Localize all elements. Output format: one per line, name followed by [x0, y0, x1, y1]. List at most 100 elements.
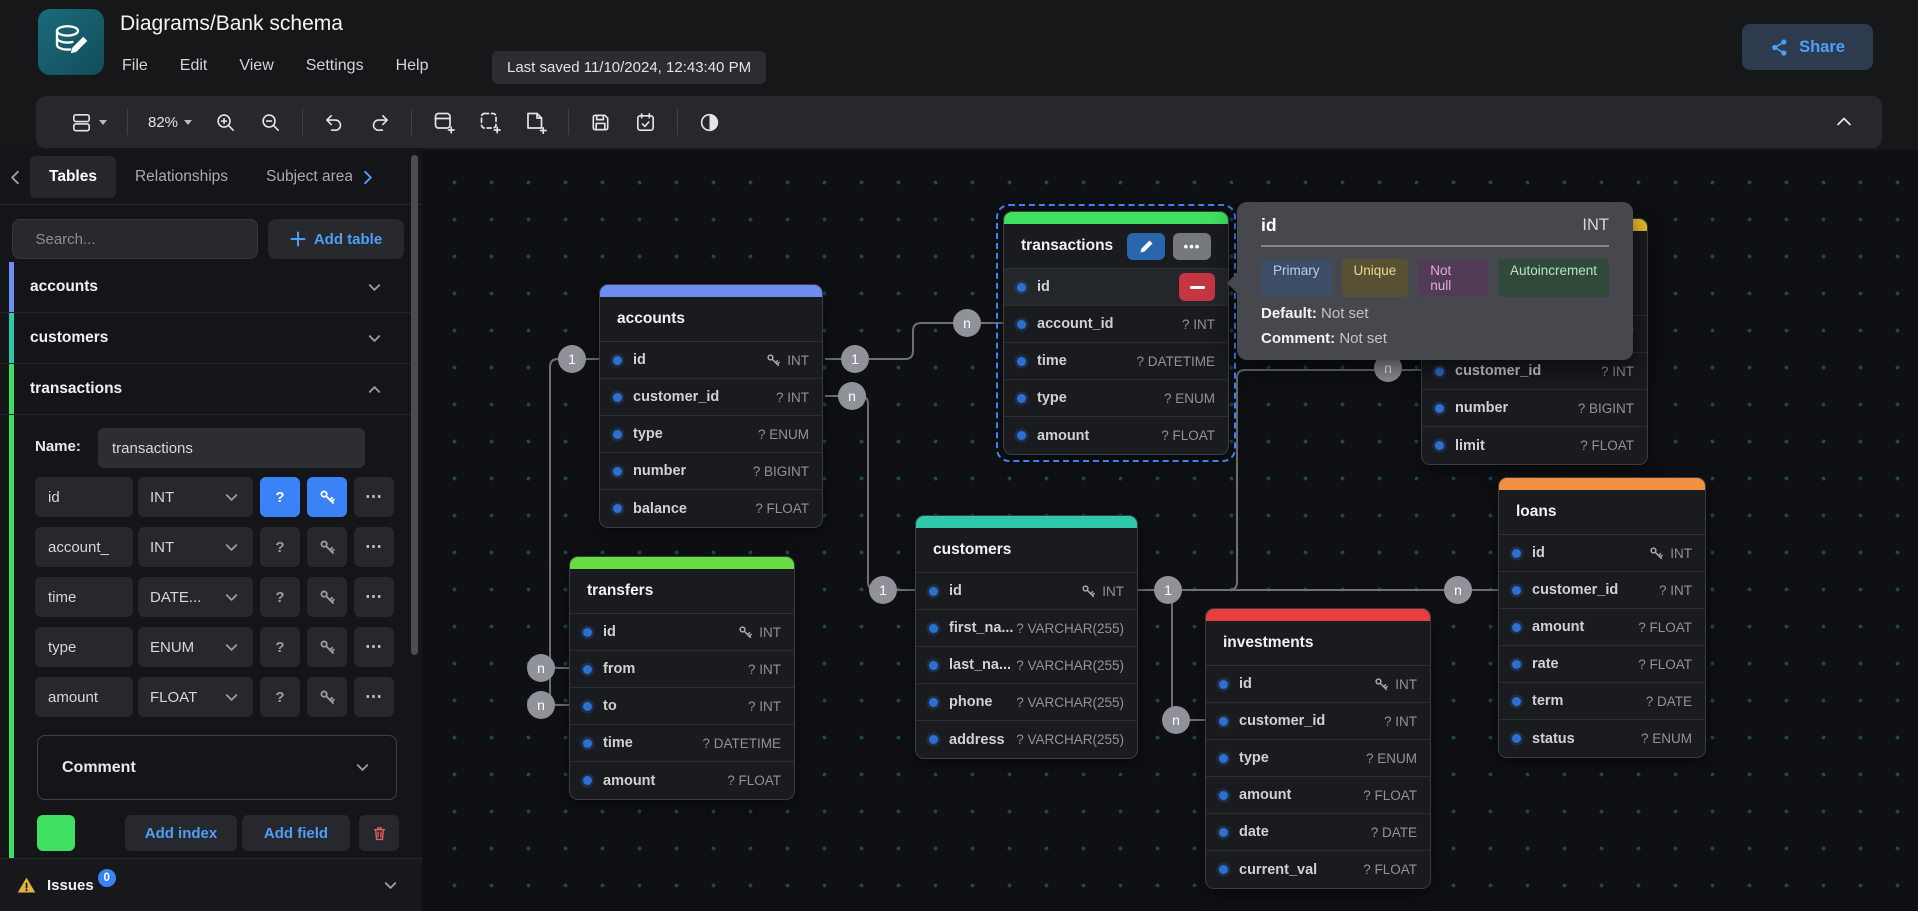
- field-row-term[interactable]: term? DATE: [1499, 683, 1705, 720]
- field-row-id[interactable]: id: [1004, 269, 1228, 306]
- field-more-button[interactable]: ⋯: [354, 477, 394, 517]
- expand-toggle[interactable]: [365, 329, 384, 348]
- field-type-select[interactable]: FLOAT: [138, 677, 253, 717]
- field-more-button[interactable]: ⋯: [354, 527, 394, 567]
- menu-file[interactable]: File: [122, 57, 148, 75]
- delete-table-button[interactable]: [359, 815, 399, 851]
- field-row-type[interactable]: type? ENUM: [600, 416, 822, 453]
- nullable-toggle[interactable]: ?: [260, 577, 300, 617]
- field-row-id[interactable]: idINT: [916, 573, 1137, 610]
- field-name-input[interactable]: type: [35, 627, 133, 667]
- canvas-table-accounts[interactable]: accountsidINTcustomer_id? INTtype? ENUMn…: [599, 284, 823, 528]
- table-search[interactable]: [12, 219, 258, 259]
- field-row-id[interactable]: idINT: [1206, 666, 1430, 703]
- zoom-in-button[interactable]: [214, 111, 237, 134]
- relationship-customers_id-investments_customer_id[interactable]: [1138, 590, 1205, 720]
- save-button[interactable]: [589, 111, 612, 134]
- nullable-toggle[interactable]: ?: [260, 477, 300, 517]
- search-input[interactable]: [35, 231, 234, 248]
- field-row-last_na[interactable]: last_na...? VARCHAR(255): [916, 647, 1137, 684]
- field-row-phone[interactable]: phone? VARCHAR(255): [916, 684, 1137, 721]
- table-more-button[interactable]: •••: [1173, 233, 1211, 260]
- tabs-scroll-right[interactable]: [352, 168, 382, 187]
- field-row-amount[interactable]: amount? FLOAT: [1004, 417, 1228, 454]
- zoom-level-dropdown[interactable]: 82%: [148, 114, 192, 131]
- nullable-toggle[interactable]: ?: [260, 627, 300, 667]
- field-name-input[interactable]: account_: [35, 527, 133, 567]
- menu-view[interactable]: View: [239, 57, 273, 75]
- menu-help[interactable]: Help: [396, 57, 429, 75]
- commit-button[interactable]: [634, 111, 657, 134]
- field-row-time[interactable]: time? DATETIME: [1004, 343, 1228, 380]
- field-name-input[interactable]: id: [35, 477, 133, 517]
- undo-button[interactable]: [323, 111, 346, 134]
- field-type-select[interactable]: INT: [138, 477, 253, 517]
- field-row-limit[interactable]: limit? FLOAT: [1422, 427, 1647, 464]
- collapse-toolbar-button[interactable]: [1832, 110, 1856, 134]
- app-logo[interactable]: [38, 9, 104, 75]
- share-button[interactable]: Share: [1742, 24, 1873, 70]
- tabs-scroll-left[interactable]: [0, 168, 30, 187]
- canvas-table-customers[interactable]: customersidINTfirst_na...? VARCHAR(255)l…: [915, 515, 1138, 759]
- sidebar-scrollbar[interactable]: [411, 155, 418, 655]
- tab-relationships[interactable]: Relationships: [116, 156, 247, 198]
- nullable-toggle[interactable]: ?: [260, 527, 300, 567]
- delete-field-button[interactable]: [1179, 273, 1215, 301]
- add-table-button[interactable]: Add table: [268, 219, 404, 259]
- diagram-canvas[interactable]: 1nn11nn1nnn accountsidINTcustomer_id? IN…: [422, 150, 1918, 911]
- field-more-button[interactable]: ⋯: [354, 577, 394, 617]
- field-more-button[interactable]: ⋯: [354, 677, 394, 717]
- field-type-select[interactable]: DATE...: [138, 577, 253, 617]
- table-name-input[interactable]: [98, 428, 365, 468]
- field-row-type[interactable]: type? ENUM: [1206, 740, 1430, 777]
- add-field-button[interactable]: Add field: [242, 815, 350, 851]
- menu-settings[interactable]: Settings: [306, 57, 364, 75]
- sidebar-table-item-customers[interactable]: customers: [0, 313, 412, 364]
- field-row-status[interactable]: status? ENUM: [1499, 720, 1705, 757]
- field-row-id[interactable]: idINT: [1499, 535, 1705, 572]
- field-row-amount[interactable]: amount? FLOAT: [1499, 609, 1705, 646]
- field-row-first_na[interactable]: first_na...? VARCHAR(255): [916, 610, 1137, 647]
- canvas-table-investments[interactable]: investmentsidINTcustomer_id? INTtype? EN…: [1205, 608, 1431, 889]
- canvas-table-loans[interactable]: loansidINTcustomer_id? INTamount? FLOATr…: [1498, 477, 1706, 758]
- nullable-toggle[interactable]: ?: [260, 677, 300, 717]
- expand-toggle[interactable]: [365, 380, 384, 399]
- edit-table-button[interactable]: [1127, 233, 1165, 260]
- primary-key-toggle[interactable]: [307, 677, 347, 717]
- issues-bar[interactable]: Issues 0: [0, 858, 422, 911]
- field-row-id[interactable]: idINT: [570, 614, 794, 651]
- field-row-number[interactable]: number? BIGINT: [1422, 390, 1647, 427]
- add-area-tool-button[interactable]: [478, 110, 502, 134]
- field-row-balance[interactable]: balance? FLOAT: [600, 490, 822, 527]
- field-row-current_val[interactable]: current_val? FLOAT: [1206, 851, 1430, 888]
- canvas-table-transactions[interactable]: transactions•••idaccount_id? INTtime? DA…: [1003, 211, 1229, 455]
- redo-button[interactable]: [368, 111, 391, 134]
- field-row-id[interactable]: idINT: [600, 342, 822, 379]
- field-row-customer_id[interactable]: customer_id? INT: [600, 379, 822, 416]
- primary-key-toggle[interactable]: [307, 627, 347, 667]
- field-row-to[interactable]: to? INT: [570, 688, 794, 725]
- tab-tables[interactable]: Tables: [30, 156, 116, 198]
- field-row-date[interactable]: date? DATE: [1206, 814, 1430, 851]
- field-type-select[interactable]: INT: [138, 527, 253, 567]
- field-row-account_id[interactable]: account_id? INT: [1004, 306, 1228, 343]
- sidebar-table-item-accounts[interactable]: accounts: [0, 262, 412, 313]
- tab-subject-areas[interactable]: Subject areas: [247, 156, 352, 198]
- table-color-swatch[interactable]: [37, 815, 75, 851]
- theme-toggle-button[interactable]: [698, 111, 721, 134]
- field-row-address[interactable]: address? VARCHAR(255): [916, 721, 1137, 758]
- field-type-select[interactable]: ENUM: [138, 627, 253, 667]
- field-row-amount[interactable]: amount? FLOAT: [570, 762, 794, 799]
- field-row-type[interactable]: type? ENUM: [1004, 380, 1228, 417]
- field-row-amount[interactable]: amount? FLOAT: [1206, 777, 1430, 814]
- canvas-table-transfers[interactable]: transfersidINTfrom? INTto? INTtime? DATE…: [569, 556, 795, 800]
- chevron-down-icon[interactable]: [381, 876, 400, 895]
- field-row-customer_id[interactable]: customer_id? INT: [1499, 572, 1705, 609]
- field-row-customer_id[interactable]: customer_id? INT: [1206, 703, 1430, 740]
- primary-key-toggle[interactable]: [307, 577, 347, 617]
- comment-section[interactable]: Comment: [37, 735, 397, 800]
- view-mode-button[interactable]: [70, 111, 107, 134]
- field-row-number[interactable]: number? BIGINT: [600, 453, 822, 490]
- field-row-from[interactable]: from? INT: [570, 651, 794, 688]
- sidebar-table-item-transactions[interactable]: transactions: [0, 364, 412, 415]
